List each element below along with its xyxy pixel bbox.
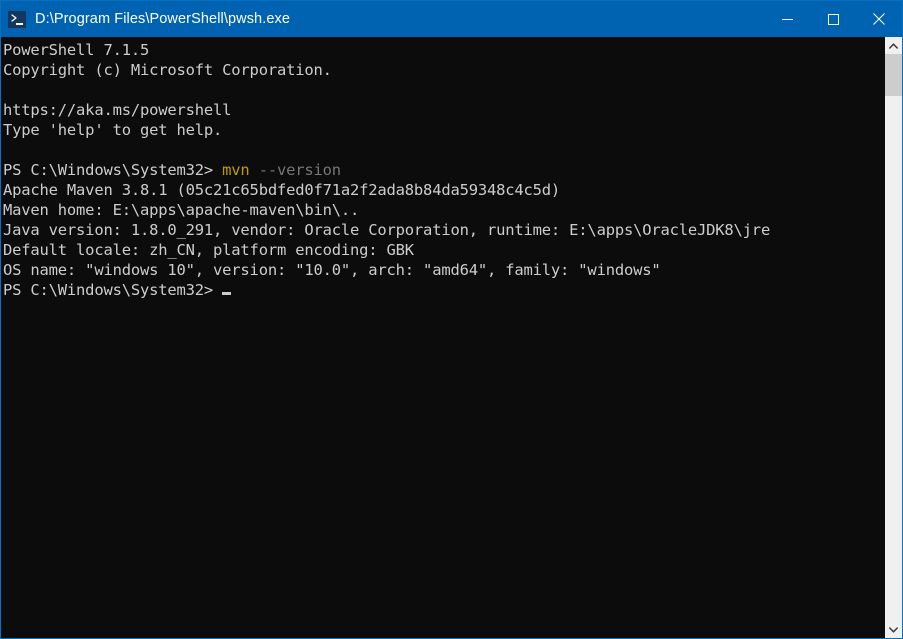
console-line: Apache Maven 3.8.1 (05c21c65bdfed0f71a2f… — [3, 180, 884, 200]
powershell-icon — [8, 11, 26, 28]
minimize-button[interactable] — [764, 1, 810, 37]
console-output-area[interactable]: PowerShell 7.1.5 Copyright (c) Microsoft … — [1, 37, 884, 638]
scroll-up-button[interactable] — [885, 37, 902, 54]
console-line: OS name: "windows 10", version: "10.0", … — [3, 260, 884, 280]
underscore-glyph — [16, 23, 23, 25]
console-line: https://aka.ms/powershell — [3, 100, 884, 120]
maximize-icon — [828, 14, 839, 25]
text-cursor — [222, 292, 231, 295]
console-text: Type 'help' to get help. — [3, 121, 222, 139]
scroll-down-button[interactable] — [885, 621, 902, 638]
maximize-button[interactable] — [810, 1, 856, 37]
console-command-args: --version — [250, 161, 341, 179]
console-line: PS C:\Windows\System32> — [3, 280, 884, 300]
window-title: D:\Program Files\PowerShell\pwsh.exe — [35, 11, 764, 27]
console-line: Maven home: E:\apps\apache-maven\bin\.. — [3, 200, 884, 220]
console-line: Default locale: zh_CN, platform encoding… — [3, 240, 884, 260]
minimize-icon — [782, 14, 793, 25]
console-text: OS name: "windows 10", version: "10.0", … — [3, 261, 661, 279]
console-text: PowerShell 7.1.5 — [3, 41, 149, 59]
console-line: PowerShell 7.1.5 — [3, 40, 884, 60]
chevron-down-icon — [889, 627, 898, 633]
console-text: Java version: 1.8.0_291, vendor: Oracle … — [3, 221, 770, 239]
console-line — [3, 140, 884, 160]
chevron-up-icon — [889, 43, 898, 49]
console-text: Apache Maven 3.8.1 (05c21c65bdfed0f71a2f… — [3, 181, 560, 199]
console-scrollbar[interactable] — [884, 37, 902, 638]
console-line: Type 'help' to get help. — [3, 120, 884, 140]
close-button[interactable] — [856, 1, 902, 37]
scrollbar-thumb[interactable] — [885, 54, 902, 96]
chevron-right-icon — [11, 14, 19, 22]
console-line: PS C:\Windows\System32> mvn --version — [3, 160, 884, 180]
console-prompt: PS C:\Windows\System32> — [3, 161, 222, 179]
scrollbar-track[interactable] — [885, 54, 902, 621]
console-line: Copyright (c) Microsoft Corporation. — [3, 60, 884, 80]
powershell-window: D:\Program Files\PowerShell\pwsh.exe Pow… — [0, 0, 903, 639]
console-text: Maven home: E:\apps\apache-maven\bin\.. — [3, 201, 359, 219]
console-prompt: PS C:\Windows\System32> — [3, 281, 222, 299]
console-text: Copyright (c) Microsoft Corporation. — [3, 61, 332, 79]
close-icon — [873, 13, 885, 25]
window-titlebar[interactable]: D:\Program Files\PowerShell\pwsh.exe — [1, 1, 902, 37]
console-text: Default locale: zh_CN, platform encoding… — [3, 241, 414, 259]
console-text: https://aka.ms/powershell — [3, 101, 231, 119]
console-line: Java version: 1.8.0_291, vendor: Oracle … — [3, 220, 884, 240]
console-line — [3, 80, 884, 100]
console-command: mvn — [222, 161, 249, 179]
window-body: PowerShell 7.1.5 Copyright (c) Microsoft … — [1, 37, 902, 638]
